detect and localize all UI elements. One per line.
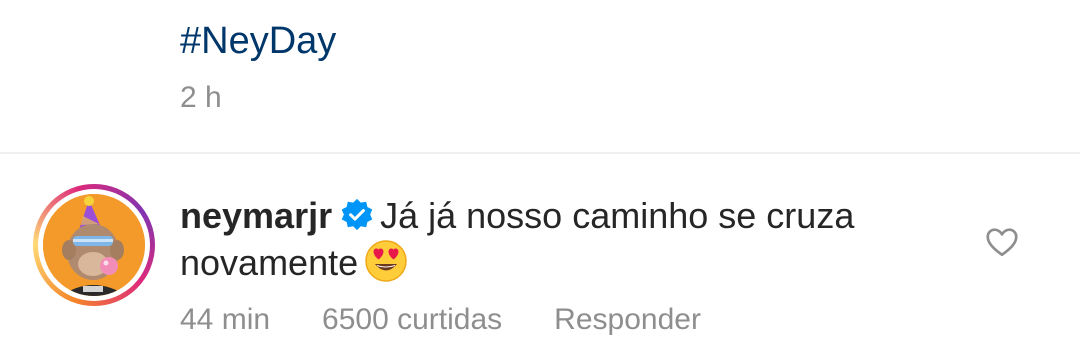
avatar-image	[43, 194, 145, 296]
comments-view: #NeyDay 2 h neymarjr Já já nosso caminho…	[0, 0, 1080, 360]
comment-text-line2: novamente	[180, 242, 359, 283]
ape-avatar-illustration	[43, 194, 145, 296]
comment-body: neymarjr Já já nosso caminho se cruza no…	[180, 193, 940, 286]
heart-eyes-emoji-icon	[364, 239, 408, 283]
previous-comment-time: 2 h	[180, 81, 222, 114]
comment-time: 44 min	[180, 303, 271, 336]
comment-meta: 44 min 6500 curtidas Responder	[180, 302, 701, 338]
comment-username[interactable]: neymarjr	[180, 195, 332, 236]
comment-text-line1: Já já nosso caminho se cruza	[380, 195, 855, 236]
avatar[interactable]	[33, 184, 155, 306]
heart-outline-icon[interactable]	[984, 224, 1020, 260]
reply-button[interactable]: Responder	[554, 302, 701, 338]
divider	[0, 152, 1080, 154]
verified-badge-icon	[340, 197, 374, 231]
likes-count[interactable]: 6500 curtidas	[322, 302, 502, 338]
hashtag-link[interactable]: #NeyDay	[180, 18, 336, 64]
